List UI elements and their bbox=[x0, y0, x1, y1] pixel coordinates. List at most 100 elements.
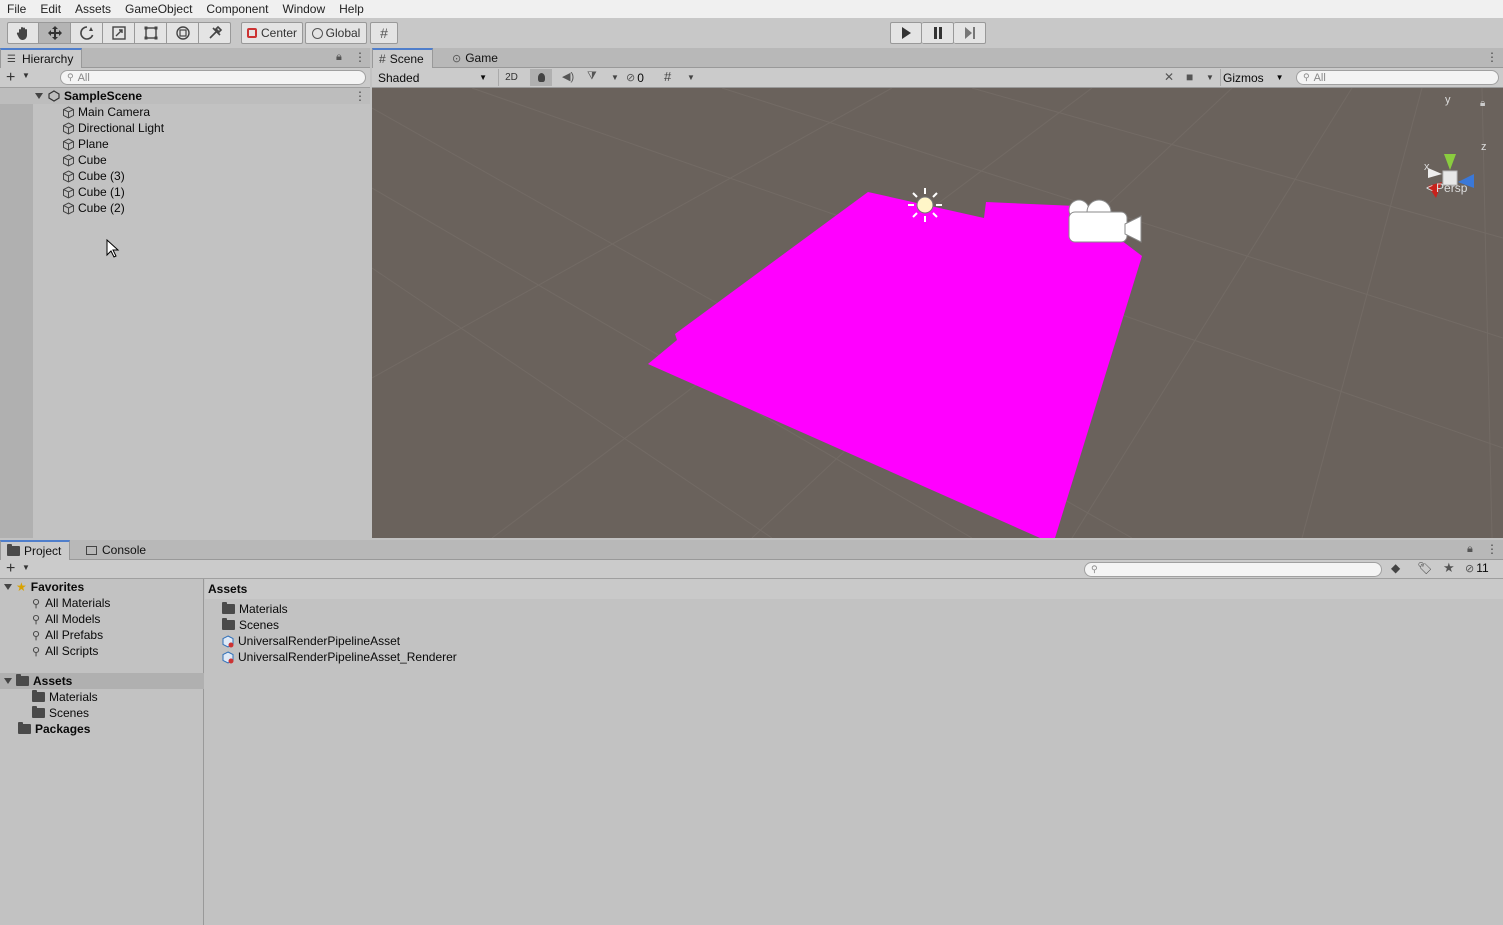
scene-visibility-toggle[interactable]: ⊘ 0 bbox=[626, 69, 656, 86]
favorite-star-icon[interactable]: ★ bbox=[1443, 560, 1455, 576]
menu-file[interactable]: File bbox=[0, 2, 33, 16]
project-hidden-toggle[interactable]: ⊘ 11 bbox=[1465, 561, 1489, 575]
globe-icon bbox=[311, 27, 323, 39]
favorites-item[interactable]: ⚲ All Prefabs bbox=[32, 627, 103, 643]
asset-item[interactable]: Scenes bbox=[222, 617, 279, 633]
tools-icon[interactable]: ✕ bbox=[1164, 70, 1174, 84]
hierarchy-item[interactable]: Plane bbox=[0, 136, 370, 152]
expand-triangle-icon[interactable] bbox=[4, 678, 12, 684]
scene-viewport[interactable] bbox=[372, 88, 1503, 538]
hierarchy-item[interactable]: Cube bbox=[0, 152, 370, 168]
effects-chevron-down-icon[interactable]: ▼ bbox=[611, 73, 619, 82]
favorites-item[interactable]: ⚲ All Scripts bbox=[32, 643, 98, 659]
menu-assets[interactable]: Assets bbox=[68, 2, 118, 16]
scene-hash-icon: # bbox=[379, 52, 386, 66]
gizmo-lock-icon[interactable]: 🔒︎ bbox=[1480, 98, 1485, 109]
hidden-eye-icon: ⊘ bbox=[626, 72, 636, 84]
project-toolbar: + ▼ ⚲ ◆ 🏷︎ ★ ⊘ 11 bbox=[0, 560, 1503, 579]
chevron-left-icon: < bbox=[1426, 181, 1434, 195]
asset-item-label: UniversalRenderPipelineAsset_Renderer bbox=[238, 650, 457, 664]
scene-row[interactable]: SampleScene ⋮ bbox=[0, 88, 370, 104]
pause-button[interactable] bbox=[922, 22, 954, 44]
tab-hierarchy[interactable]: ☰ Hierarchy bbox=[0, 48, 83, 68]
packages-row[interactable]: Packages bbox=[18, 721, 90, 737]
shading-mode-dropdown[interactable]: Shaded ▼ bbox=[374, 69, 491, 86]
rect-tool-icon[interactable] bbox=[135, 22, 167, 44]
tab-console[interactable]: Console bbox=[80, 540, 154, 560]
step-button[interactable] bbox=[954, 22, 986, 44]
rotate-tool-icon[interactable] bbox=[71, 22, 103, 44]
breadcrumb-assets[interactable]: Assets bbox=[208, 582, 247, 596]
grid-toggle-icon[interactable]: # bbox=[664, 69, 671, 84]
hierarchy-item[interactable]: Cube (2) bbox=[0, 200, 370, 216]
chevron-down-icon[interactable]: ▼ bbox=[22, 71, 30, 80]
assets-root-row[interactable]: Assets bbox=[0, 673, 204, 689]
favorites-item[interactable]: ⚲ All Models bbox=[32, 611, 100, 627]
tab-scene[interactable]: # Scene bbox=[372, 48, 433, 68]
asset-item[interactable]: Materials bbox=[222, 601, 288, 617]
kebab-menu-icon[interactable]: ⋮ bbox=[354, 50, 366, 64]
asset-item[interactable]: UniversalRenderPipelineAsset_Renderer bbox=[222, 649, 457, 665]
pivot-rotation-button[interactable]: Global bbox=[305, 22, 367, 44]
chevron-down-icon[interactable]: ▼ bbox=[22, 563, 30, 572]
grid-chevron-down-icon[interactable]: ▼ bbox=[687, 73, 695, 82]
lock-icon[interactable]: 🔒︎ bbox=[336, 51, 342, 64]
favorites-item[interactable]: ⚲ All Materials bbox=[32, 595, 110, 611]
tab-game-label: Game bbox=[465, 51, 498, 65]
asset-item-label: UniversalRenderPipelineAsset bbox=[238, 634, 401, 648]
hand-tool-icon[interactable] bbox=[7, 22, 39, 44]
add-icon[interactable]: + bbox=[6, 69, 15, 87]
menu-help[interactable]: Help bbox=[332, 2, 371, 16]
hierarchy-item[interactable]: Main Camera bbox=[0, 104, 370, 120]
project-search-input[interactable]: ⚲ bbox=[1084, 562, 1382, 577]
pivot-mode-button[interactable]: Center bbox=[241, 22, 303, 44]
gizmo-axis-z: z bbox=[1481, 141, 1487, 153]
hierarchy-item[interactable]: Directional Light bbox=[0, 120, 370, 136]
gizmos-dropdown[interactable]: Gizmos ▼ bbox=[1220, 69, 1286, 86]
scene-menu-icon[interactable]: ⋮ bbox=[354, 89, 366, 103]
directional-light-gizmo[interactable] bbox=[908, 188, 942, 222]
kebab-menu-icon[interactable]: ⋮ bbox=[1486, 542, 1498, 556]
tab-project[interactable]: Project bbox=[0, 540, 71, 560]
search-by-type-icon[interactable]: ◆ bbox=[1391, 561, 1400, 575]
menu-component[interactable]: Component bbox=[199, 2, 275, 16]
assets-subfolder[interactable]: Scenes bbox=[32, 705, 89, 721]
search-by-label-icon[interactable]: 🏷︎ bbox=[1417, 561, 1432, 575]
hierarchy-panel: ☰ Hierarchy 🔒︎ ⋮ + ▼ ⚲ All SampleScene ⋮… bbox=[0, 48, 370, 538]
menu-gameobject[interactable]: GameObject bbox=[118, 2, 199, 16]
scene-search-input[interactable]: ⚲ All bbox=[1296, 70, 1499, 85]
search-icon: ⚲ bbox=[32, 645, 41, 658]
hierarchy-item[interactable]: Cube (3) bbox=[0, 168, 370, 184]
mouse-cursor-icon bbox=[106, 239, 120, 258]
lock-icon[interactable]: 🔒︎ bbox=[1467, 543, 1473, 556]
projection-toggle[interactable]: < Persp bbox=[1426, 181, 1467, 195]
add-icon[interactable]: + bbox=[6, 560, 15, 578]
list-icon: ☰ bbox=[7, 53, 16, 65]
hierarchy-search-input[interactable]: ⚲ All bbox=[60, 70, 366, 85]
hierarchy-item[interactable]: Cube (1) bbox=[0, 184, 370, 200]
toggle-2d-button[interactable]: 2D bbox=[498, 69, 524, 86]
tab-game[interactable]: ⊙ Game bbox=[446, 48, 506, 68]
scale-tool-icon[interactable] bbox=[103, 22, 135, 44]
transform-tool-icon[interactable] bbox=[167, 22, 199, 44]
asset-item[interactable]: UniversalRenderPipelineAsset bbox=[222, 633, 400, 649]
camera-settings-icon[interactable]: ■ bbox=[1186, 70, 1193, 84]
custom-tool-icon[interactable] bbox=[199, 22, 231, 44]
favorites-header[interactable]: ★ Favorites bbox=[4, 579, 84, 595]
audio-icon[interactable]: ◀) bbox=[562, 70, 574, 83]
menu-edit[interactable]: Edit bbox=[33, 2, 68, 16]
favorites-item-label: All Models bbox=[45, 612, 101, 626]
hierarchy-toolbar: + ▼ ⚲ All bbox=[0, 68, 370, 88]
scene-kebab-icon[interactable]: ⋮ bbox=[1486, 50, 1498, 64]
move-tool-icon[interactable] bbox=[39, 22, 71, 44]
effects-icon[interactable]: ⧩ bbox=[587, 70, 597, 83]
assets-subfolder[interactable]: Materials bbox=[32, 689, 98, 705]
expand-triangle-icon[interactable] bbox=[35, 93, 43, 99]
camera-chevron-down-icon[interactable]: ▼ bbox=[1206, 73, 1214, 82]
expand-triangle-icon[interactable] bbox=[4, 584, 12, 590]
lighting-toggle[interactable] bbox=[530, 69, 552, 86]
grid-snapping-button[interactable]: # bbox=[370, 22, 398, 44]
menu-window[interactable]: Window bbox=[275, 2, 332, 16]
step-icon bbox=[964, 27, 975, 39]
play-button[interactable] bbox=[890, 22, 922, 44]
